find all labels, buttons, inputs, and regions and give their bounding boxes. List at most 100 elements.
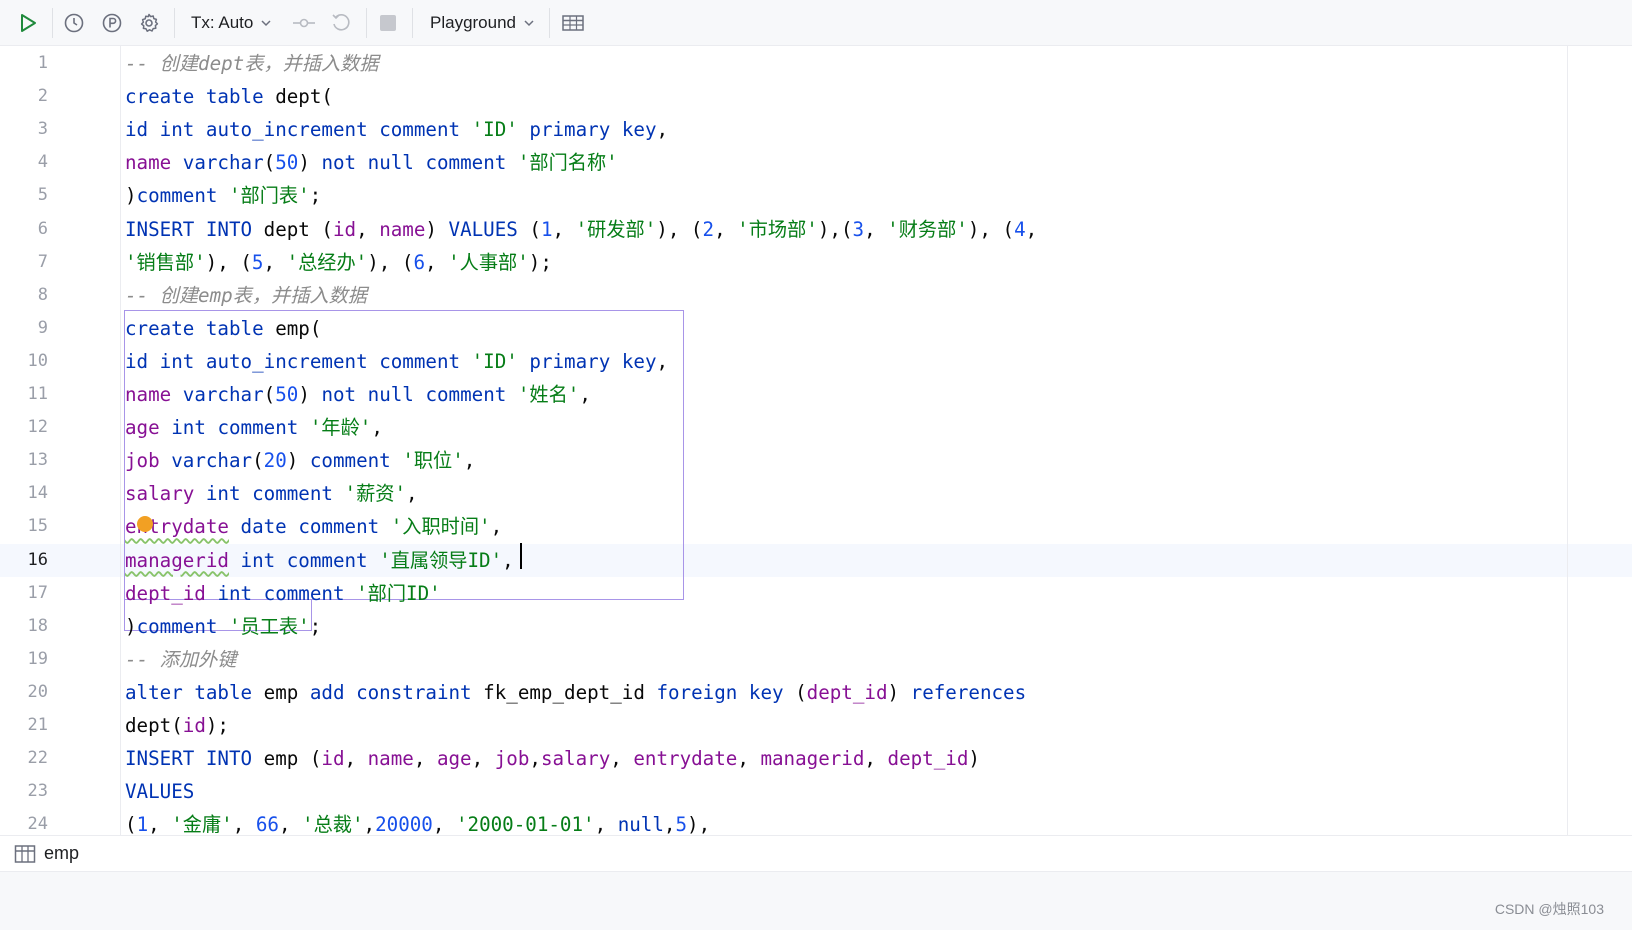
- code-token: '总经办': [286, 250, 368, 274]
- chevron-down-icon: [524, 20, 534, 27]
- code-token: ),: [687, 813, 711, 837]
- code-line[interactable]: id int auto_increment comment 'ID' prima…: [125, 345, 668, 378]
- line-number[interactable]: 19: [0, 643, 48, 676]
- line-number[interactable]: 2: [0, 80, 48, 113]
- line-number[interactable]: 18: [0, 610, 48, 643]
- code-line[interactable]: entrydate date comment '入职时间',: [125, 510, 502, 543]
- code-token: salary: [125, 482, 195, 506]
- transaction-mode-dropdown[interactable]: Tx: Auto: [191, 7, 273, 39]
- line-number[interactable]: 12: [0, 411, 48, 444]
- code-token: table: [205, 85, 264, 109]
- stop-icon[interactable]: [372, 7, 404, 39]
- code-token: int: [159, 349, 195, 373]
- line-number[interactable]: 13: [0, 444, 48, 477]
- line-number[interactable]: 8: [0, 279, 48, 312]
- code-token: salary: [540, 747, 611, 771]
- line-number[interactable]: 6: [0, 213, 48, 246]
- code-token: dept(: [125, 714, 183, 737]
- code-line[interactable]: create table emp(: [125, 312, 321, 345]
- code-line[interactable]: id int auto_increment comment 'ID' prima…: [125, 113, 668, 146]
- code-line[interactable]: job varchar(20) comment '职位',: [125, 444, 475, 477]
- code-token: comment: [379, 349, 461, 373]
- code-token: 'ID': [471, 118, 518, 142]
- line-number[interactable]: 22: [0, 742, 48, 775]
- line-number[interactable]: 21: [0, 709, 48, 742]
- code-token: comment: [136, 184, 218, 208]
- code-token: comment: [136, 614, 218, 638]
- code-line[interactable]: name varchar(50) not null comment '姓名',: [125, 378, 591, 411]
- code-line[interactable]: VALUES: [125, 775, 194, 808]
- code-line[interactable]: -- 创建dept表，并插入数据: [125, 47, 379, 80]
- line-number[interactable]: 20: [0, 676, 48, 709]
- code-token: create: [125, 316, 195, 340]
- history-icon[interactable]: [58, 7, 90, 39]
- rollback-icon[interactable]: [325, 7, 357, 39]
- line-number[interactable]: 9: [0, 312, 48, 345]
- code-line[interactable]: dept_id int comment '部门ID': [125, 577, 441, 610]
- intention-bulb-icon[interactable]: [137, 516, 153, 532]
- code-token: );: [528, 250, 552, 274]
- code-line[interactable]: alter table emp add constraint fk_emp_de…: [125, 676, 1026, 709]
- table-view-icon[interactable]: [557, 7, 589, 39]
- code-token: ),(: [817, 217, 853, 241]
- code-line[interactable]: age int comment '年龄',: [125, 411, 383, 444]
- line-number[interactable]: 16: [0, 544, 48, 577]
- line-number[interactable]: 7: [0, 246, 48, 279]
- commit-icon[interactable]: [288, 7, 320, 39]
- line-number[interactable]: 17: [0, 577, 48, 610]
- code-line[interactable]: managerid int comment '直属领导ID',: [125, 544, 514, 577]
- settings-icon[interactable]: [133, 7, 165, 39]
- code-line[interactable]: dept(id);: [125, 709, 229, 742]
- pin-icon[interactable]: [96, 7, 128, 39]
- code-token: date: [240, 515, 287, 539]
- code-token: 20: [263, 449, 287, 473]
- code-token: entrydate: [633, 747, 738, 771]
- line-number[interactable]: 3: [0, 113, 48, 146]
- code-line[interactable]: '销售部'), (5, '总经办'), (6, '人事部');: [125, 246, 552, 279]
- line-number[interactable]: 15: [0, 510, 48, 543]
- line-number[interactable]: 5: [0, 179, 48, 212]
- code-line[interactable]: )comment '部门表';: [125, 179, 321, 212]
- session-label: Playground: [430, 13, 517, 32]
- results-tab-emp[interactable]: emp: [14, 843, 79, 864]
- code-token: ): [968, 747, 980, 771]
- session-dropdown[interactable]: Playground: [430, 7, 536, 39]
- code-line[interactable]: -- 创建emp表，并插入数据: [125, 279, 367, 312]
- line-number[interactable]: 14: [0, 477, 48, 510]
- code-token: (: [263, 151, 276, 175]
- code-line[interactable]: create table dept(: [125, 80, 333, 113]
- code-token: not: [321, 383, 357, 406]
- line-number[interactable]: 23: [0, 775, 48, 808]
- right-margin-guide: [1567, 46, 1568, 841]
- code-token: ,: [413, 747, 437, 771]
- line-number[interactable]: 11: [0, 378, 48, 411]
- code-token: int: [171, 416, 206, 440]
- code-token: 'ID': [471, 349, 518, 373]
- code-line[interactable]: INSERT INTO emp (id, name, age, job,sala…: [125, 742, 980, 775]
- sql-editor[interactable]: 1 2 3 4 5 6 7 8 9 10 11 12 13 14 15 16 17 18 19 20 21 22 23 24 …: [0, 46, 1632, 841]
- code-line[interactable]: INSERT INTO dept (id, name) VALUES (1, '…: [125, 213, 1037, 246]
- code-line[interactable]: -- 添加外键: [125, 643, 236, 676]
- run-icon[interactable]: [12, 7, 44, 39]
- gutter-divider: [120, 46, 121, 841]
- code-line[interactable]: name varchar(50) not null comment '部门名称': [125, 146, 618, 179]
- code-line[interactable]: salary int comment '薪资',: [125, 477, 418, 510]
- code-token: ,: [529, 747, 541, 771]
- line-number[interactable]: 4: [0, 146, 48, 179]
- code-line[interactable]: )comment '员工表';: [125, 610, 321, 643]
- line-number[interactable]: 1: [0, 47, 48, 80]
- line-number[interactable]: 10: [0, 345, 48, 378]
- code-token: -- 创建emp表，并插入数据: [125, 283, 367, 307]
- line-number-gutter[interactable]: 1 2 3 4 5 6 7 8 9 10 11 12 13 14 15 16 17 18 19 20 21 22 23 24: [0, 46, 120, 841]
- code-token: (: [517, 217, 541, 241]
- transaction-mode-label: Tx: Auto: [191, 13, 254, 32]
